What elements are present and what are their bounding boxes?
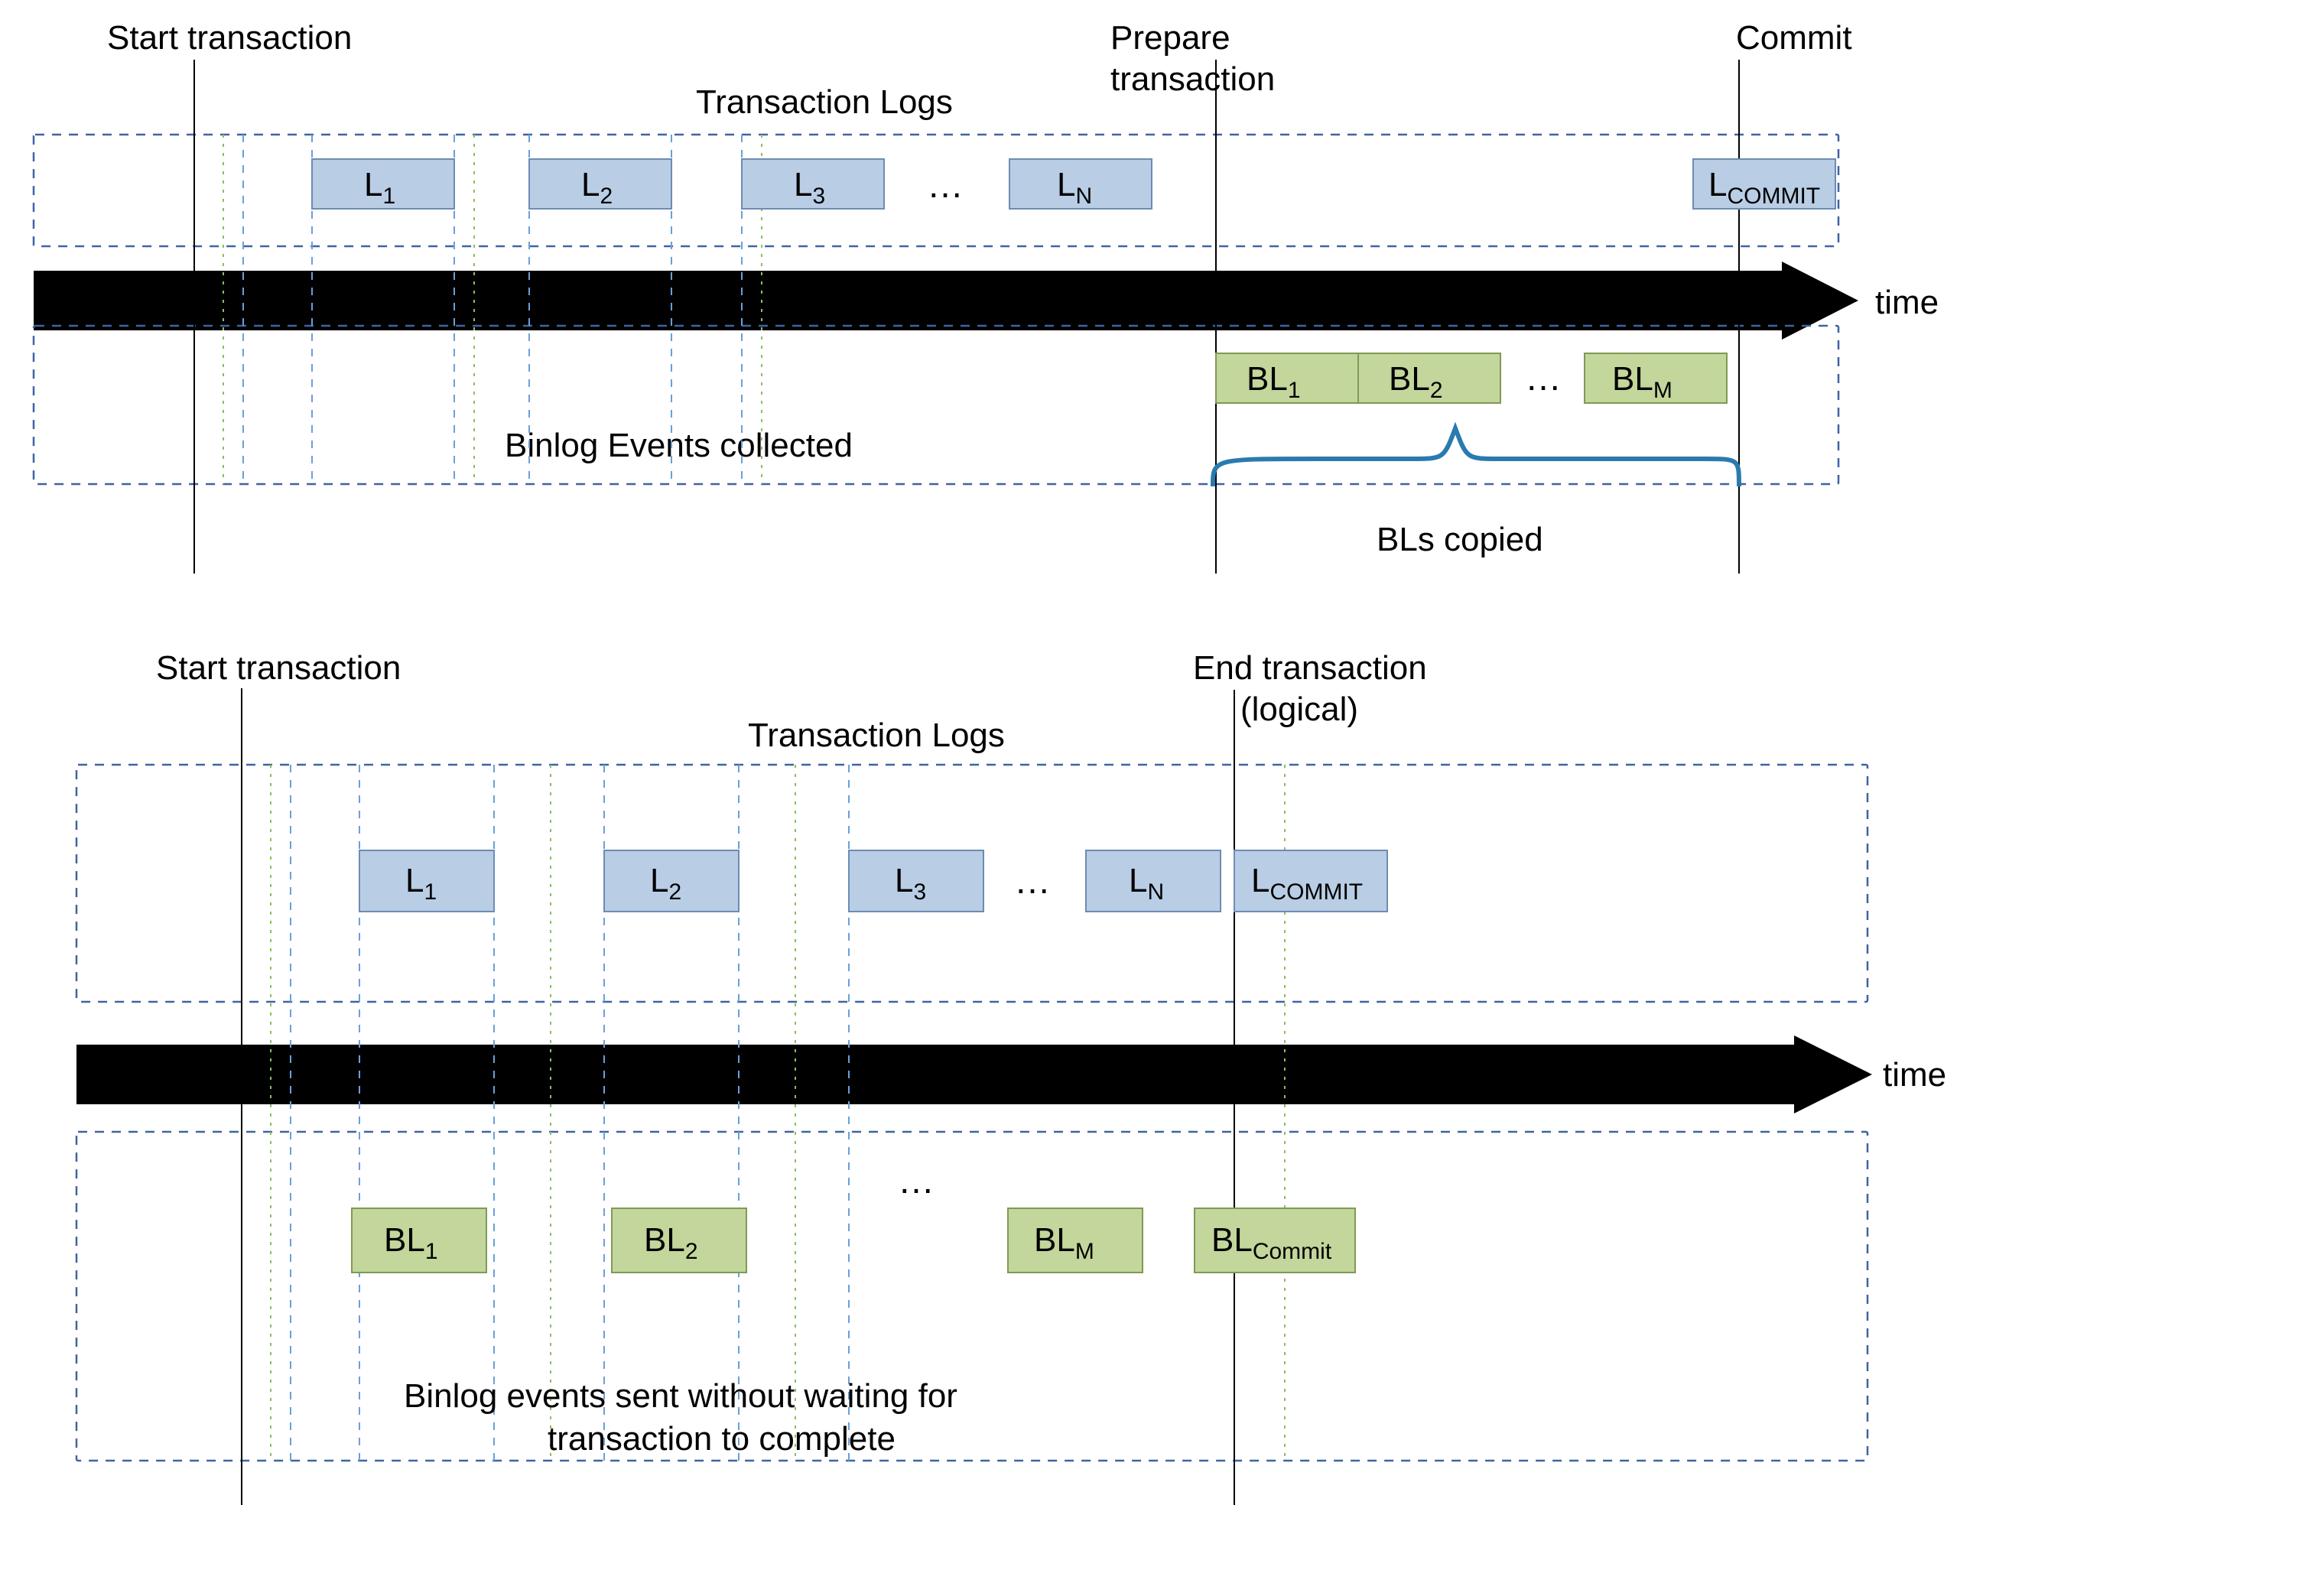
- binlog2-BLCommit: BLCommit: [1195, 1208, 1355, 1273]
- label-end-tx-line1: End transaction: [1193, 649, 1427, 687]
- binlog-container-2: [76, 1132, 1868, 1461]
- label-tx-logs-2: Transaction Logs: [748, 717, 1005, 754]
- txlog2-ellipsis: …: [1014, 861, 1051, 902]
- txlog-L3: L3: [742, 159, 884, 209]
- txlog-L2: L2: [529, 159, 671, 209]
- label-tx-logs: Transaction Logs: [696, 83, 953, 121]
- time-label-2: time: [1883, 1056, 1946, 1094]
- label-end-tx-line2: (logical): [1240, 691, 1358, 728]
- txlog2-L3: L3: [849, 850, 983, 912]
- label-start-tx-2: Start transaction: [156, 649, 401, 687]
- label-stream-line2: transaction to complete: [548, 1420, 896, 1458]
- label-stream-line1: Binlog events sent without waiting for: [404, 1377, 957, 1415]
- label-start-tx: Start transaction: [107, 19, 352, 57]
- label-commit: Commit: [1736, 19, 1852, 57]
- binlog2-BLM: BLM: [1008, 1208, 1143, 1273]
- label-prepare-tx-line1: Prepare: [1110, 19, 1230, 57]
- txlog-ellipsis: …: [927, 165, 964, 206]
- binlog-BLM: BLM: [1585, 353, 1727, 403]
- label-prepare-tx-line2: transaction: [1110, 60, 1275, 98]
- time-label-1: time: [1875, 284, 1939, 321]
- label-bls-copied: BLs copied: [1377, 521, 1543, 558]
- binlog-BL1: BL1: [1216, 353, 1358, 403]
- txlog2-L2: L2: [604, 850, 739, 912]
- brace-bls-copied: [1213, 428, 1739, 486]
- txlog2-LCOMMIT: LCOMMIT: [1234, 850, 1387, 912]
- txlog-L1: L1: [312, 159, 454, 209]
- binlog2-BL1: BL1: [352, 1208, 486, 1273]
- label-binlog-collected: Binlog Events collected: [505, 427, 853, 464]
- binlog2-BL2: BL2: [612, 1208, 746, 1273]
- binlog2-ellipsis: …: [898, 1161, 935, 1201]
- diagram-root: Start transaction Prepare transaction Co…: [0, 0, 2308, 1596]
- time-axis-1: [34, 262, 1858, 340]
- txlog-LN: LN: [1009, 159, 1152, 209]
- txlog2-L1: L1: [359, 850, 494, 912]
- txlog-LCOMMIT: LCOMMIT: [1693, 159, 1835, 209]
- binlog-BL2: BL2: [1358, 353, 1500, 403]
- txlog2-LN: LN: [1086, 850, 1221, 912]
- binlog-ellipsis: …: [1525, 358, 1562, 398]
- time-axis-2: [76, 1035, 1872, 1113]
